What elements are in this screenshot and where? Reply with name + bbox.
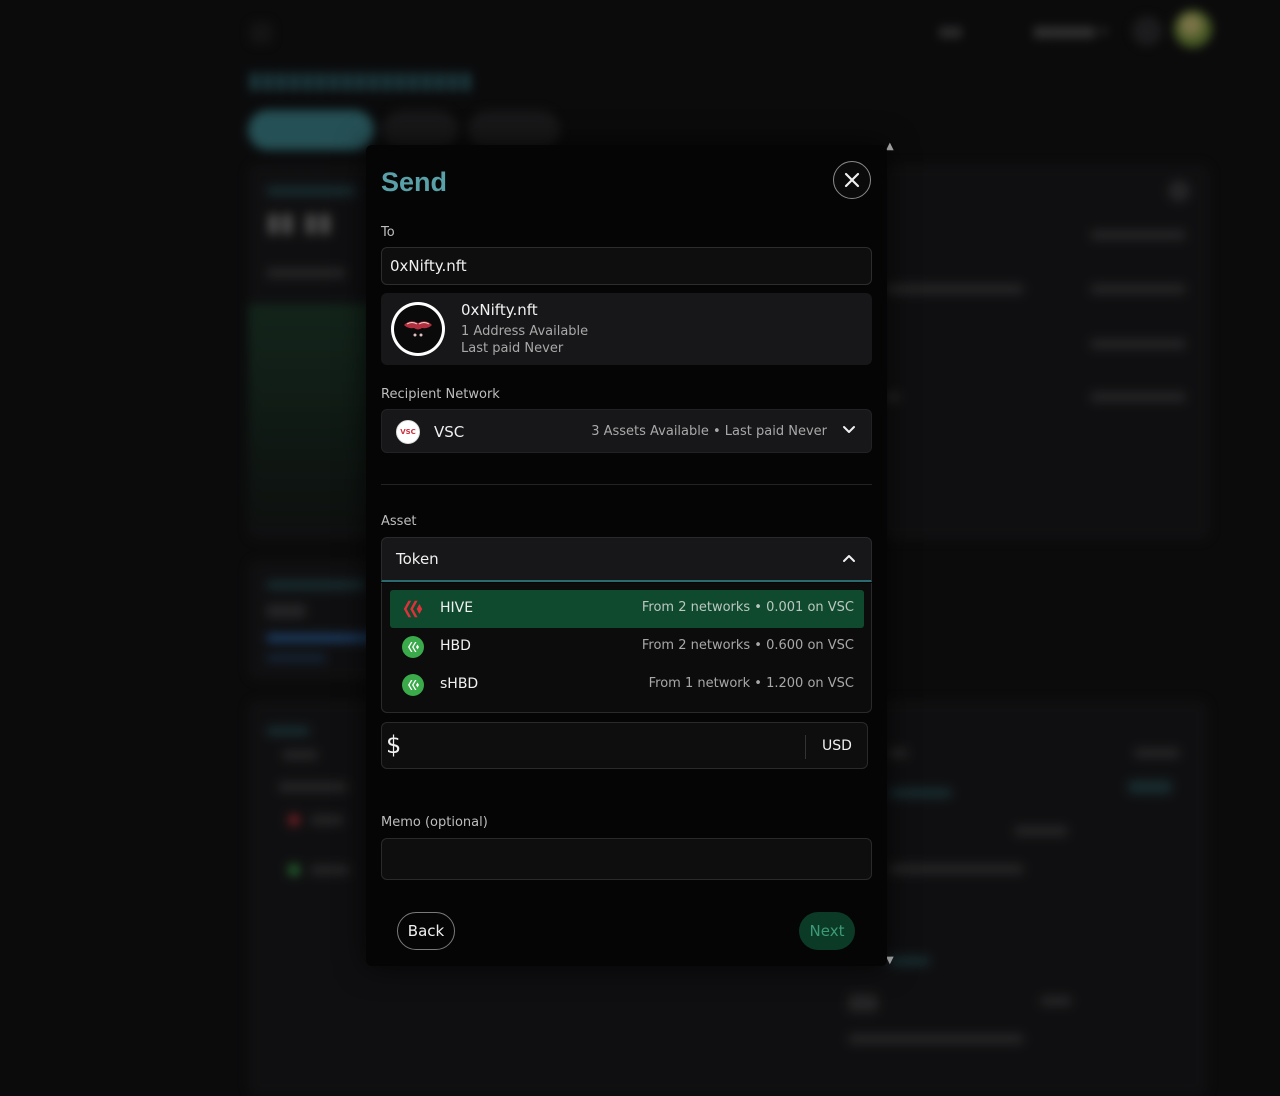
amount-input[interactable] xyxy=(412,729,792,763)
asset-option-name: HIVE xyxy=(440,600,474,616)
asset-select[interactable]: Token xyxy=(381,537,872,582)
to-input[interactable]: 0xNifty.nft xyxy=(381,247,872,285)
asset-option-hbd[interactable]: HBD From 2 networks • 0.600 on VSC xyxy=(390,628,864,666)
background-user-menu: ▮▮▮▮▮▮▮▮ ▾ xyxy=(1033,24,1107,40)
amount-field: $ USD xyxy=(381,722,868,769)
divider xyxy=(381,484,872,485)
contact-avatar-icon xyxy=(404,321,432,337)
back-button[interactable]: Back xyxy=(397,912,455,950)
asset-option-meta: From 1 network • 1.200 on VSC xyxy=(648,676,854,691)
recipient-network-label: Recipient Network xyxy=(381,387,500,402)
contact-name: 0xNifty.nft xyxy=(461,301,538,319)
asset-option-shbd[interactable]: sHBD From 1 network • 1.200 on VSC xyxy=(390,666,864,704)
amount-separator xyxy=(805,735,806,759)
chevron-down-icon xyxy=(843,426,855,433)
shbd-icon xyxy=(402,674,424,696)
background-gear-icon xyxy=(1132,16,1162,46)
recipient-network-select[interactable]: VSC VSC 3 Assets Available • Last paid N… xyxy=(381,409,872,453)
background-avatar xyxy=(1174,10,1212,48)
asset-dropdown: HIVE From 2 networks • 0.001 on VSC HBD … xyxy=(381,583,872,713)
modal-scroll-up-icon[interactable]: ▲ xyxy=(886,141,894,152)
background-pill xyxy=(382,110,458,150)
asset-label: Asset xyxy=(381,514,417,529)
contact-addresses: 1 Address Available xyxy=(461,324,589,339)
close-icon xyxy=(844,172,860,188)
asset-option-meta: From 2 networks • 0.600 on VSC xyxy=(641,638,854,653)
vsc-logo-icon: VSC xyxy=(396,420,420,444)
background-assets-card xyxy=(880,164,1210,540)
asset-option-meta: From 2 networks • 0.001 on VSC xyxy=(641,600,854,615)
network-meta: 3 Assets Available • Last paid Never xyxy=(591,424,827,439)
modal-title: Send xyxy=(381,167,448,197)
next-button[interactable]: Next xyxy=(799,912,855,950)
background-pill xyxy=(248,110,374,150)
background-header: ▮▮▮ ▮▮▮▮▮▮▮▮ ▾ xyxy=(248,10,1212,50)
amount-currency-toggle[interactable]: USD xyxy=(822,738,852,754)
chevron-up-icon xyxy=(843,555,855,562)
network-name: VSC xyxy=(434,423,465,441)
memo-input[interactable] xyxy=(381,838,872,880)
background-pill xyxy=(468,110,560,150)
contact-avatar xyxy=(391,302,445,356)
to-input-value: 0xNifty.nft xyxy=(390,257,467,275)
background-welcome: ▮▮▮▮▮▮▮▮▮▮▮▮▮▮▮▮▮ xyxy=(248,66,473,94)
hbd-icon xyxy=(402,636,424,658)
modal-scroll-down-icon[interactable]: ▼ xyxy=(886,955,894,966)
background-menu-icon xyxy=(250,22,272,44)
asset-option-hive[interactable]: HIVE From 2 networks • 0.001 on VSC xyxy=(390,590,864,628)
close-button[interactable] xyxy=(833,161,871,199)
asset-select-value: Token xyxy=(396,550,439,568)
contact-last-paid: Last paid Never xyxy=(461,341,564,356)
memo-label: Memo (optional) xyxy=(381,815,488,830)
hive-icon xyxy=(403,600,423,618)
to-label: To xyxy=(381,225,395,240)
send-modal: Send To 0xNifty.nft 0xNifty.nft 1 Addres… xyxy=(366,145,887,966)
asset-option-name: HBD xyxy=(440,638,471,654)
contact-suggestion[interactable]: 0xNifty.nft 1 Address Available Last pai… xyxy=(381,293,872,365)
dollar-sign: $ xyxy=(386,731,402,759)
background-currency: ▮▮▮ xyxy=(938,24,962,40)
asset-option-name: sHBD xyxy=(440,676,479,692)
